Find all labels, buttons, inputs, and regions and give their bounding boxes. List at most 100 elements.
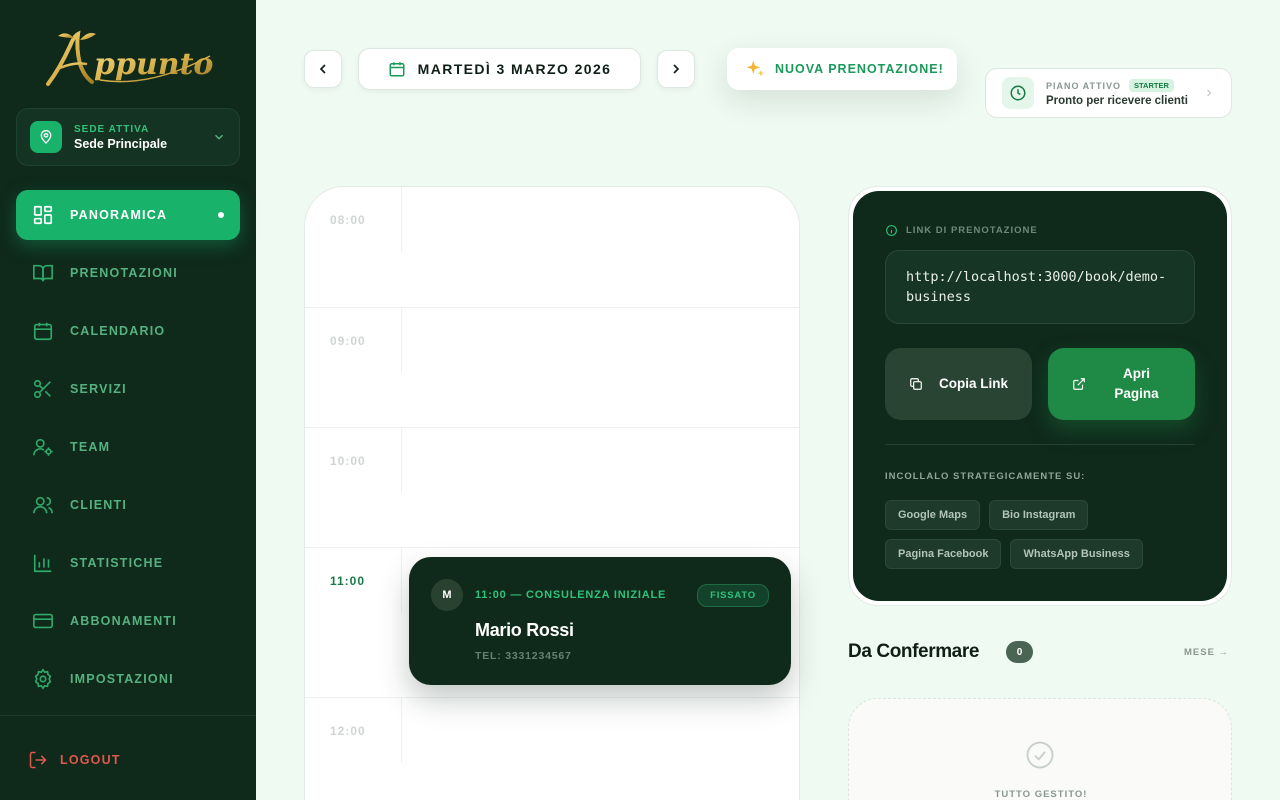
nav-item-clienti[interactable]: CLIENTI [16,480,240,530]
new-booking-label: NUOVA PRENOTAZIONE! [775,62,944,76]
sede-name: Sede Principale [74,136,168,151]
prev-day-button[interactable] [304,50,342,88]
nav-item-abbonamenti[interactable]: ABBONAMENTI [16,596,240,646]
logout-label: LOGOUT [60,753,121,767]
nav-item-calendario[interactable]: CALENDARIO [16,306,240,356]
copy-link-label: Copia Link [938,376,1008,391]
slot-divider [401,428,402,493]
grid-icon [32,204,54,226]
active-indicator [218,212,224,218]
nav-item-team[interactable]: TEAM [16,422,240,472]
slot-time: 11:00 [330,574,366,588]
gear-icon [32,668,54,690]
sidebar: ppunto SEDE ATTIVA Sede Principale PANOR… [0,0,256,800]
users-icon [32,494,54,516]
plan-status: Pronto per ricevere clienti [1046,95,1188,107]
nav-label: SERVIZI [70,382,127,396]
logout-button[interactable]: LOGOUT [28,750,121,770]
card-divider [885,444,1195,445]
booking-link-label: LINK DI PRENOTAZIONE [906,225,1038,236]
plan-label: PIANO ATTIVO [1046,80,1121,91]
calendar-icon [389,62,405,77]
chip-whatsapp-business[interactable]: WhatsApp Business [1010,539,1143,569]
copy-link-button[interactable]: Copia Link [885,348,1032,420]
logout-icon [29,751,47,769]
check-circle-icon [1026,741,1054,769]
appunto-logo-icon: ppunto [46,30,213,86]
map-pin-icon [30,121,62,153]
day-schedule: 08:00 09:00 10:00 11:00 12:00 [304,186,800,800]
svg-text:ppunto: ppunto [94,47,213,82]
calendar-icon [32,320,54,342]
appointment-card[interactable]: M 11:00 — CONSULENZA INIZIALE FISSATO Ma… [409,557,791,685]
copy-icon [909,378,922,390]
booking-link-card: LINK DI PRENOTAZIONE http://localhost:30… [853,191,1227,601]
sede-label: SEDE ATTIVA [74,123,150,135]
nav-label: PRENOTAZIONI [70,266,178,280]
chip-google-maps[interactable]: Google Maps [885,500,981,530]
to-confirm-empty-state: TUTTO GESTITO! [848,698,1232,800]
nav-label: CLIENTI [70,498,128,512]
time-slot[interactable]: 08:00 [305,187,799,308]
slot-divider [401,548,402,613]
nav-item-panoramica[interactable]: PANORAMICA [16,190,240,240]
month-link[interactable]: MESE → [1184,647,1229,658]
booking-url[interactable]: http://localhost:3000/book/demo-business [885,250,1195,324]
new-booking-button[interactable]: NUOVA PRENOTAZIONE! [727,48,957,90]
slot-time: 12:00 [330,724,366,738]
nav-item-statistiche[interactable]: STATISTICHE [16,538,240,588]
chevron-down-icon [214,134,224,140]
avatar: M [431,579,463,611]
slot-divider [401,308,402,373]
empty-state-label: TUTTO GESTITO! [994,789,1088,800]
client-phone: TEL: 3331234567 [475,650,572,662]
sidebar-divider [0,715,256,716]
date-picker[interactable]: MARTEDÌ 3 MARZO 2026 [358,48,641,90]
scissors-icon [32,378,54,400]
nav-item-impostazioni[interactable]: IMPOSTAZIONI [16,654,240,704]
share-chips: Google Maps Bio Instagram Pagina Faceboo… [885,500,1205,569]
nav-label: TEAM [70,440,111,454]
paste-hint: INCOLLALO STRATEGICAMENTE SU: [885,471,1086,482]
nav-label: STATISTICHE [70,556,164,570]
slot-divider [401,187,402,252]
open-page-button[interactable]: Apri Pagina [1048,348,1195,420]
time-slot[interactable]: 10:00 [305,428,799,548]
sede-selector[interactable]: SEDE ATTIVA Sede Principale [16,108,240,166]
brand-logo[interactable]: ppunto [40,28,216,94]
bar-chart-icon [32,552,54,574]
to-confirm-title: Da Confermare [848,641,980,662]
book-icon [32,262,54,284]
nav-label: PANORAMICA [70,208,168,222]
time-slot[interactable]: 12:00 [305,698,799,800]
nav-label: IMPOSTAZIONI [70,672,174,686]
chip-pagina-facebook[interactable]: Pagina Facebook [885,539,1002,569]
next-day-button[interactable] [657,50,695,88]
nav-item-servizi[interactable]: SERVIZI [16,364,240,414]
slot-divider [401,698,402,763]
clock-icon [1002,77,1034,109]
active-plan-card[interactable]: PIANO ATTIVO STARTER Pronto per ricevere… [985,68,1232,118]
client-name: Mario Rossi [475,620,574,640]
sparkles-icon [746,60,765,77]
user-gear-icon [32,436,54,458]
appointment-time-service: 11:00 — CONSULENZA INIZIALE [475,589,667,601]
open-page-label: Apri Pagina [1114,366,1159,401]
slot-time: 10:00 [330,454,366,468]
status-badge: FISSATO [697,584,769,607]
plan-badge: STARTER [1129,79,1174,92]
credit-card-icon [32,610,54,632]
chevron-left-icon [319,64,326,74]
to-confirm-count: 0 [1006,641,1033,663]
chip-bio-instagram[interactable]: Bio Instagram [989,500,1089,530]
chevron-right-icon [1207,89,1212,97]
nav-item-prenotazioni[interactable]: PRENOTAZIONI [16,248,240,298]
slot-time: 08:00 [330,213,366,227]
main-nav: PANORAMICA PRENOTAZIONI CALENDARIO SERVI… [16,190,240,712]
chevron-right-icon [673,64,680,74]
info-icon [886,225,897,236]
slot-time: 09:00 [330,334,366,348]
time-slot[interactable]: 09:00 [305,308,799,428]
nav-label: ABBONAMENTI [70,614,177,628]
nav-label: CALENDARIO [70,324,166,338]
